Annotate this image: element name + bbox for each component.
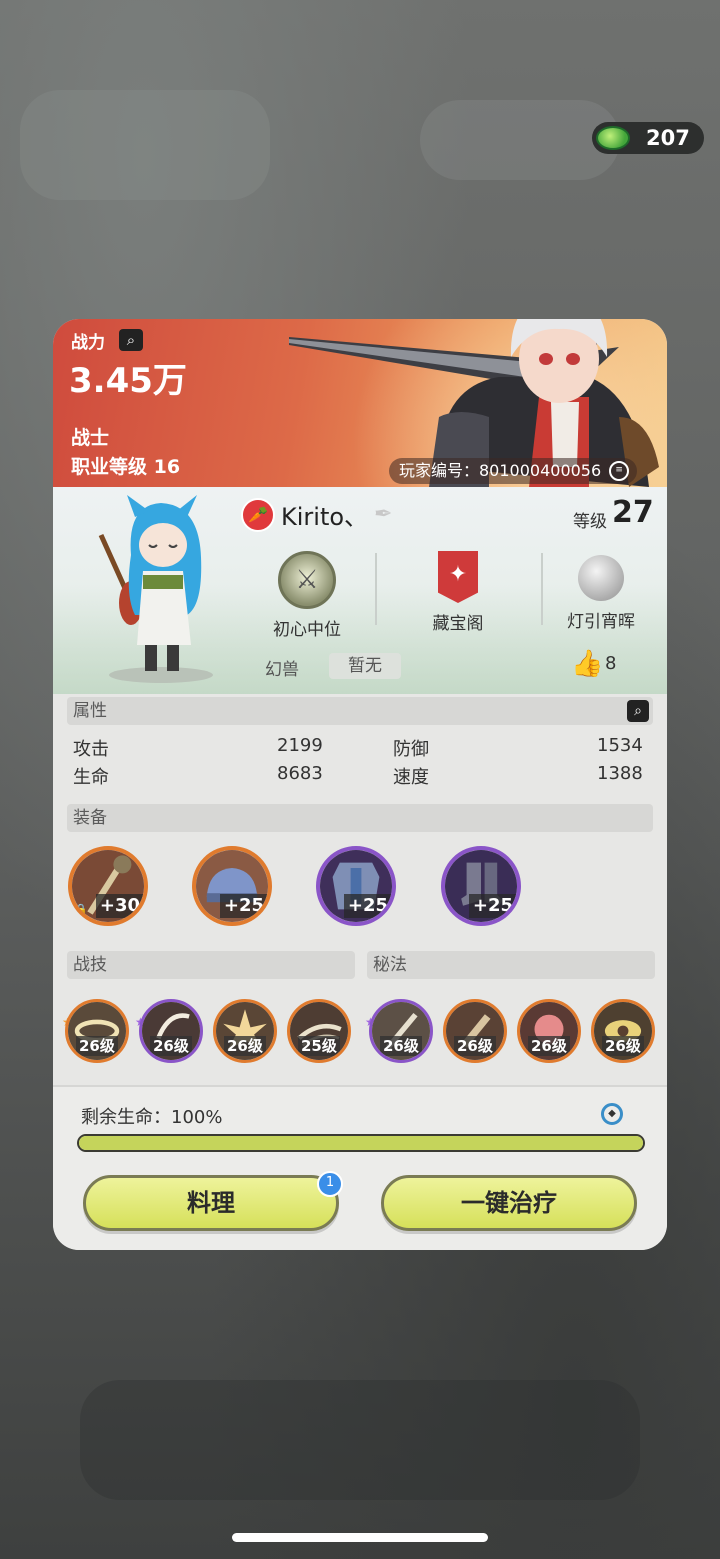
attributes-header: 属性 ⌕ xyxy=(67,697,653,725)
skill-level: 26级 xyxy=(602,1036,644,1056)
player-avatar xyxy=(98,495,213,683)
skill-level: 26级 xyxy=(528,1036,570,1056)
skill-level: 26级 xyxy=(454,1036,496,1056)
remaining-hp-label: 剩余生命：100% xyxy=(81,1107,223,1128)
divider xyxy=(375,553,377,625)
class-level: 职业等级 16 xyxy=(71,456,181,478)
equipment-slot-weapon[interactable]: 🔒 +30 xyxy=(68,846,148,926)
crossed-swords-icon: ⚔ xyxy=(278,551,336,609)
attributes-search-icon[interactable]: ⌕ xyxy=(627,700,649,722)
skill-slot[interactable]: 26级 xyxy=(369,999,433,1063)
currency-display[interactable]: 207 xyxy=(592,122,704,154)
hp-bar xyxy=(77,1134,645,1152)
card-header: 战力 ⌕ 3.45万 战士 职业等级 16 玩家编号：801000400056 … xyxy=(53,319,667,559)
background-shape xyxy=(20,90,270,200)
level-label: 等级 xyxy=(573,512,607,532)
carrot-icon: 🥕 xyxy=(241,497,275,532)
skill-slot[interactable]: 26级 xyxy=(139,999,203,1063)
lock-icon: 🔒 xyxy=(74,903,88,916)
attr-defense-value: 1534 xyxy=(597,735,643,756)
player-id-text: 玩家编号：801000400056 xyxy=(399,461,602,480)
player-info-card: 战力 ⌕ 3.45万 战士 职业等级 16 玩家编号：801000400056 … xyxy=(53,319,667,1250)
power-value: 3.45万 xyxy=(69,361,187,401)
equipment-slot-armor[interactable]: +25 xyxy=(316,846,396,926)
background-shape xyxy=(420,100,620,180)
equipment-plus: +25 xyxy=(219,894,268,918)
currency-amount: 207 xyxy=(646,126,690,150)
background-shape xyxy=(80,1380,640,1500)
skill-slot[interactable]: 25级 xyxy=(287,999,351,1063)
notification-badge: 1 xyxy=(317,1171,343,1197)
power-label: 战力 xyxy=(71,333,105,353)
power-search-icon[interactable]: ⌕ xyxy=(119,329,143,351)
feather-edit-icon[interactable]: ✒ xyxy=(374,502,408,528)
rank-label: 藏宝阁 xyxy=(432,614,484,634)
attributes-title: 属性 xyxy=(73,701,107,721)
player-name: Kirito、 xyxy=(281,503,369,531)
like-count: 8 xyxy=(605,653,617,674)
attr-defense-label: 防御 xyxy=(393,739,429,760)
rank-label: 灯引宵晖 xyxy=(567,612,635,632)
pet-label: 幻兽 xyxy=(265,660,299,680)
equipment-slot-boots[interactable]: +25 xyxy=(441,846,521,926)
player-id-badge: 玩家编号：801000400056 ≡ xyxy=(389,458,638,484)
attr-hp-value: 8683 xyxy=(277,763,323,784)
equipment-plus: +25 xyxy=(468,894,517,918)
skill-level: 26级 xyxy=(380,1036,422,1056)
equipment-header: 装备 xyxy=(67,804,653,832)
attr-speed-label: 速度 xyxy=(393,767,429,788)
combat-skills-title: 战技 xyxy=(73,955,107,975)
player-name-row: 🥕 Kirito、 ✒ xyxy=(241,497,408,532)
rank-label: 初心中位 xyxy=(273,620,341,640)
rank-treasure[interactable]: ✦ 藏宝阁 xyxy=(398,551,518,634)
heal-all-button[interactable]: 一键治疗 xyxy=(381,1175,637,1231)
copy-icon[interactable]: ≡ xyxy=(609,461,630,481)
moon-icon xyxy=(578,555,624,601)
skill-slot[interactable]: 26级 xyxy=(517,999,581,1063)
pet-value: 暂无 xyxy=(329,653,401,679)
skill-level: 26级 xyxy=(76,1036,118,1056)
attr-attack-value: 2199 xyxy=(277,735,323,756)
attr-attack-label: 攻击 xyxy=(73,739,109,760)
skill-slot[interactable]: 26级 xyxy=(65,999,129,1063)
skill-level: 25级 xyxy=(298,1036,340,1056)
skill-level: 26级 xyxy=(150,1036,192,1056)
status-panel: 剩余生命：100% ◆ 料理 1 一键治疗 xyxy=(53,1085,667,1250)
home-indicator[interactable] xyxy=(232,1533,488,1542)
equipment-plus: +25 xyxy=(343,894,392,918)
secret-skills-title: 秘法 xyxy=(373,955,407,975)
cook-button[interactable]: 料理 xyxy=(83,1175,339,1231)
skill-slot[interactable]: 26级 xyxy=(591,999,655,1063)
class-name: 战士 xyxy=(71,427,110,449)
skill-level: 26级 xyxy=(224,1036,266,1056)
attr-speed-value: 1388 xyxy=(597,763,643,784)
banner-icon: ✦ xyxy=(438,551,478,603)
attr-hp-label: 生命 xyxy=(73,767,109,788)
equipment-title: 装备 xyxy=(73,808,107,828)
gem-icon xyxy=(596,126,630,150)
equipment-slot-helmet[interactable]: +25 xyxy=(192,846,272,926)
equipment-plus: +30 xyxy=(95,894,144,918)
hp-bar-fill xyxy=(79,1136,643,1150)
level-value: 27 xyxy=(612,495,654,530)
rank-novice[interactable]: ⚔ 初心中位 xyxy=(247,551,367,640)
combat-skills-header: 战技 xyxy=(67,951,355,979)
skill-slot[interactable]: 26级 xyxy=(213,999,277,1063)
rank-lantern[interactable]: 灯引宵晖 xyxy=(541,551,661,632)
skill-slot[interactable]: 26级 xyxy=(443,999,507,1063)
secret-skills-header: 秘法 xyxy=(367,951,655,979)
thumbs-up-icon[interactable]: 👍 xyxy=(571,649,603,679)
profile-section: 🥕 Kirito、 ✒ 等级 27 ⚔ 初心中位 ✦ 藏宝阁 灯引宵晖 幻兽 暂… xyxy=(53,487,667,694)
shield-icon[interactable]: ◆ xyxy=(601,1103,623,1125)
